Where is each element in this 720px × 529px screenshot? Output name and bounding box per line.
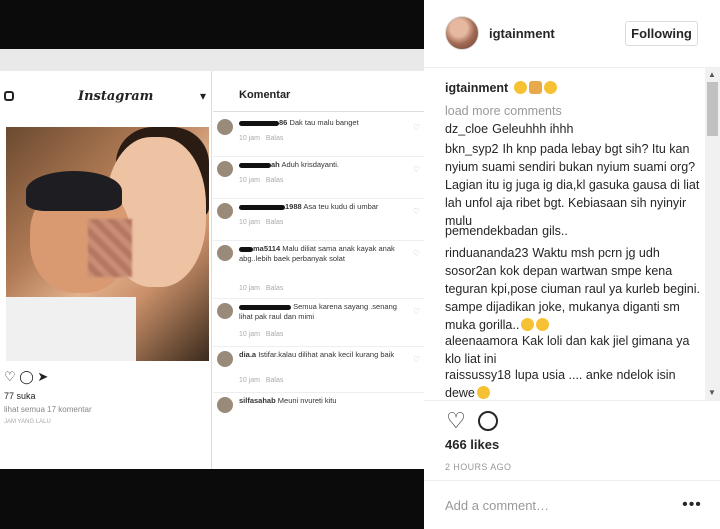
comments-scrollbar[interactable]: ▲ ▼: [705, 68, 720, 400]
embedded-comments-panel: Komentar 86 Dak tau malu banget 10 jam B…: [213, 71, 424, 469]
comment-username[interactable]: dz_cloe: [445, 122, 488, 136]
photo-blur: [88, 219, 132, 277]
embedded-comment-text: silfasahab Meuni nvureti kitu: [239, 396, 337, 405]
comment-text: gils..: [542, 224, 568, 238]
caption-username[interactable]: igtainment: [445, 81, 508, 95]
load-more-comments-link[interactable]: load more comments: [445, 104, 562, 118]
comment: aleenaamora Kak loli dan kak jiel gimana …: [445, 332, 700, 368]
embedded-comment: 1988 Asa teu kudu di umbar 10 jam Balas …: [213, 199, 424, 241]
embedded-comment-time: 10 jam Balas: [239, 177, 284, 184]
embedded-app-title: Instagram: [78, 89, 154, 104]
embedded-comment-text: dia.a Istifar.kalau dilihat anak kecil k…: [239, 350, 395, 359]
like-heart-icon[interactable]: ♡: [442, 407, 470, 435]
embedded-panel-title: Komentar: [239, 89, 291, 101]
embedded-time: JAM YANG LALU: [4, 419, 51, 425]
heart-icon: ♡: [412, 207, 420, 216]
avatar: [217, 351, 233, 367]
comment: rinduananda23 Waktu msh pcrn jg udh sosor…: [445, 244, 700, 334]
more-options-icon[interactable]: •••: [680, 495, 704, 515]
following-button[interactable]: Following: [625, 21, 698, 46]
grin-emoji-icon: [513, 81, 527, 94]
embedded-comment-time: 10 jam Balas: [239, 135, 284, 142]
photo-shirt: [6, 297, 136, 361]
photo-cap: [26, 171, 122, 211]
instagram-post-view: Instagram ▾ ♡ ◯ ➤ 77 suka lihat semua 17…: [0, 0, 720, 529]
grimace-emoji-icon: [536, 318, 550, 331]
avatar: [217, 203, 233, 219]
caption: igtainment: [445, 81, 557, 95]
status-bar: [0, 49, 424, 71]
embedded-comment: 86 Dak tau malu banget 10 jam Balas ♡: [213, 115, 424, 157]
embedded-screenshot: Instagram ▾ ♡ ◯ ➤ 77 suka lihat semua 17…: [0, 49, 424, 469]
comment: bkn_syp2 Ih knp pada lebay bgt sih? Itu k…: [445, 140, 700, 230]
post-media: Instagram ▾ ♡ ◯ ➤ 77 suka lihat semua 17…: [0, 0, 424, 529]
post-header: igtainment Following: [424, 0, 720, 68]
comment-username[interactable]: rinduananda23: [445, 246, 528, 260]
embedded-comment-time: 10 jam Balas: [239, 219, 284, 226]
embedded-comment: dia.a Istifar.kalau dilihat anak kecil k…: [213, 347, 424, 393]
add-comment-bar: •••: [424, 480, 720, 529]
embedded-see-all: lihat semua 17 komentar: [4, 405, 92, 414]
embedded-action-icons: ♡ ◯ ➤: [4, 369, 49, 384]
heart-icon: ♡: [412, 249, 420, 258]
post-side-panel: igtainment Following igtainment load mor…: [424, 0, 720, 529]
avatar: [217, 119, 233, 135]
thumbs-up-emoji-icon: [528, 81, 542, 94]
add-comment-input[interactable]: [445, 495, 665, 515]
embedded-comment-text: 1988 Asa teu kudu di umbar: [239, 202, 409, 212]
embedded-comment-time: 10 jam Balas: [239, 377, 284, 384]
comment-username[interactable]: pemendekbadan: [445, 224, 538, 238]
embedded-comment: silfasahab Meuni nvureti kitu: [213, 393, 424, 423]
embedded-likes: 77 suka: [4, 391, 36, 401]
post-timestamp[interactable]: 2 HOURS AGO: [445, 462, 511, 472]
comment: raissussy18 lupa usia .... anke ndelok is…: [445, 366, 700, 400]
comment-username[interactable]: raissussy18: [445, 368, 511, 382]
comments-list[interactable]: igtainment load more comments dz_cloe Gel…: [424, 68, 720, 400]
username-link[interactable]: igtainment: [489, 26, 555, 41]
embedded-comment: ah Aduh krisdayanti. 10 jam Balas ♡: [213, 157, 424, 199]
post-actions: ♡: [424, 400, 720, 440]
grimace-emoji-icon: [521, 318, 535, 331]
embedded-comment: ma5114 Malu diliat sama anak kayak anak …: [213, 241, 424, 299]
embedded-comment-time: 10 jam Balas: [239, 331, 284, 338]
avatar: [217, 161, 233, 177]
camera-icon: [4, 91, 14, 101]
direct-icon: ▾: [200, 89, 207, 103]
heart-icon: ♡: [412, 165, 420, 174]
heart-icon: ♡: [412, 307, 420, 316]
comment-username[interactable]: aleenaamora: [445, 334, 518, 348]
embedded-comment-text: ah Aduh krisdayanti.: [239, 160, 409, 170]
scroll-thumb[interactable]: [707, 82, 718, 136]
comment: pemendekbadan gils..: [445, 222, 700, 240]
comment-bubble-icon[interactable]: [478, 411, 498, 431]
comment-username[interactable]: bkn_syp2: [445, 142, 499, 156]
user-avatar[interactable]: [445, 16, 479, 50]
divider: [213, 111, 424, 112]
embedded-comment-time: 10 jam Balas: [239, 285, 284, 292]
embedded-comment: Semua karena sayang .senang lihat pak ra…: [213, 299, 424, 347]
avatar: [217, 303, 233, 319]
scroll-down-arrow-icon[interactable]: ▼: [708, 388, 716, 397]
heart-icon: ♡: [412, 123, 420, 132]
embedded-photo: [6, 127, 209, 361]
likes-count[interactable]: 466 likes: [445, 437, 499, 452]
tongue-emoji-icon: [543, 81, 557, 94]
scroll-up-arrow-icon[interactable]: ▲: [708, 70, 716, 79]
comment: dz_cloe Geleuhhh ihhh: [445, 120, 700, 138]
embedded-comment-text: 86 Dak tau malu banget: [239, 118, 409, 128]
embedded-instagram-feed: Instagram ▾ ♡ ◯ ➤ 77 suka lihat semua 17…: [0, 71, 212, 469]
avatar: [217, 245, 233, 261]
embedded-comment-text: ma5114 Malu diliat sama anak kayak anak …: [239, 244, 395, 263]
avatar: [217, 397, 233, 413]
heart-icon: ♡: [412, 355, 420, 364]
sad-emoji-icon: [476, 386, 490, 399]
comment-text: Geleuhhh ihhh: [492, 122, 574, 136]
embedded-comment-text: Semua karena sayang .senang lihat pak ra…: [239, 302, 397, 321]
